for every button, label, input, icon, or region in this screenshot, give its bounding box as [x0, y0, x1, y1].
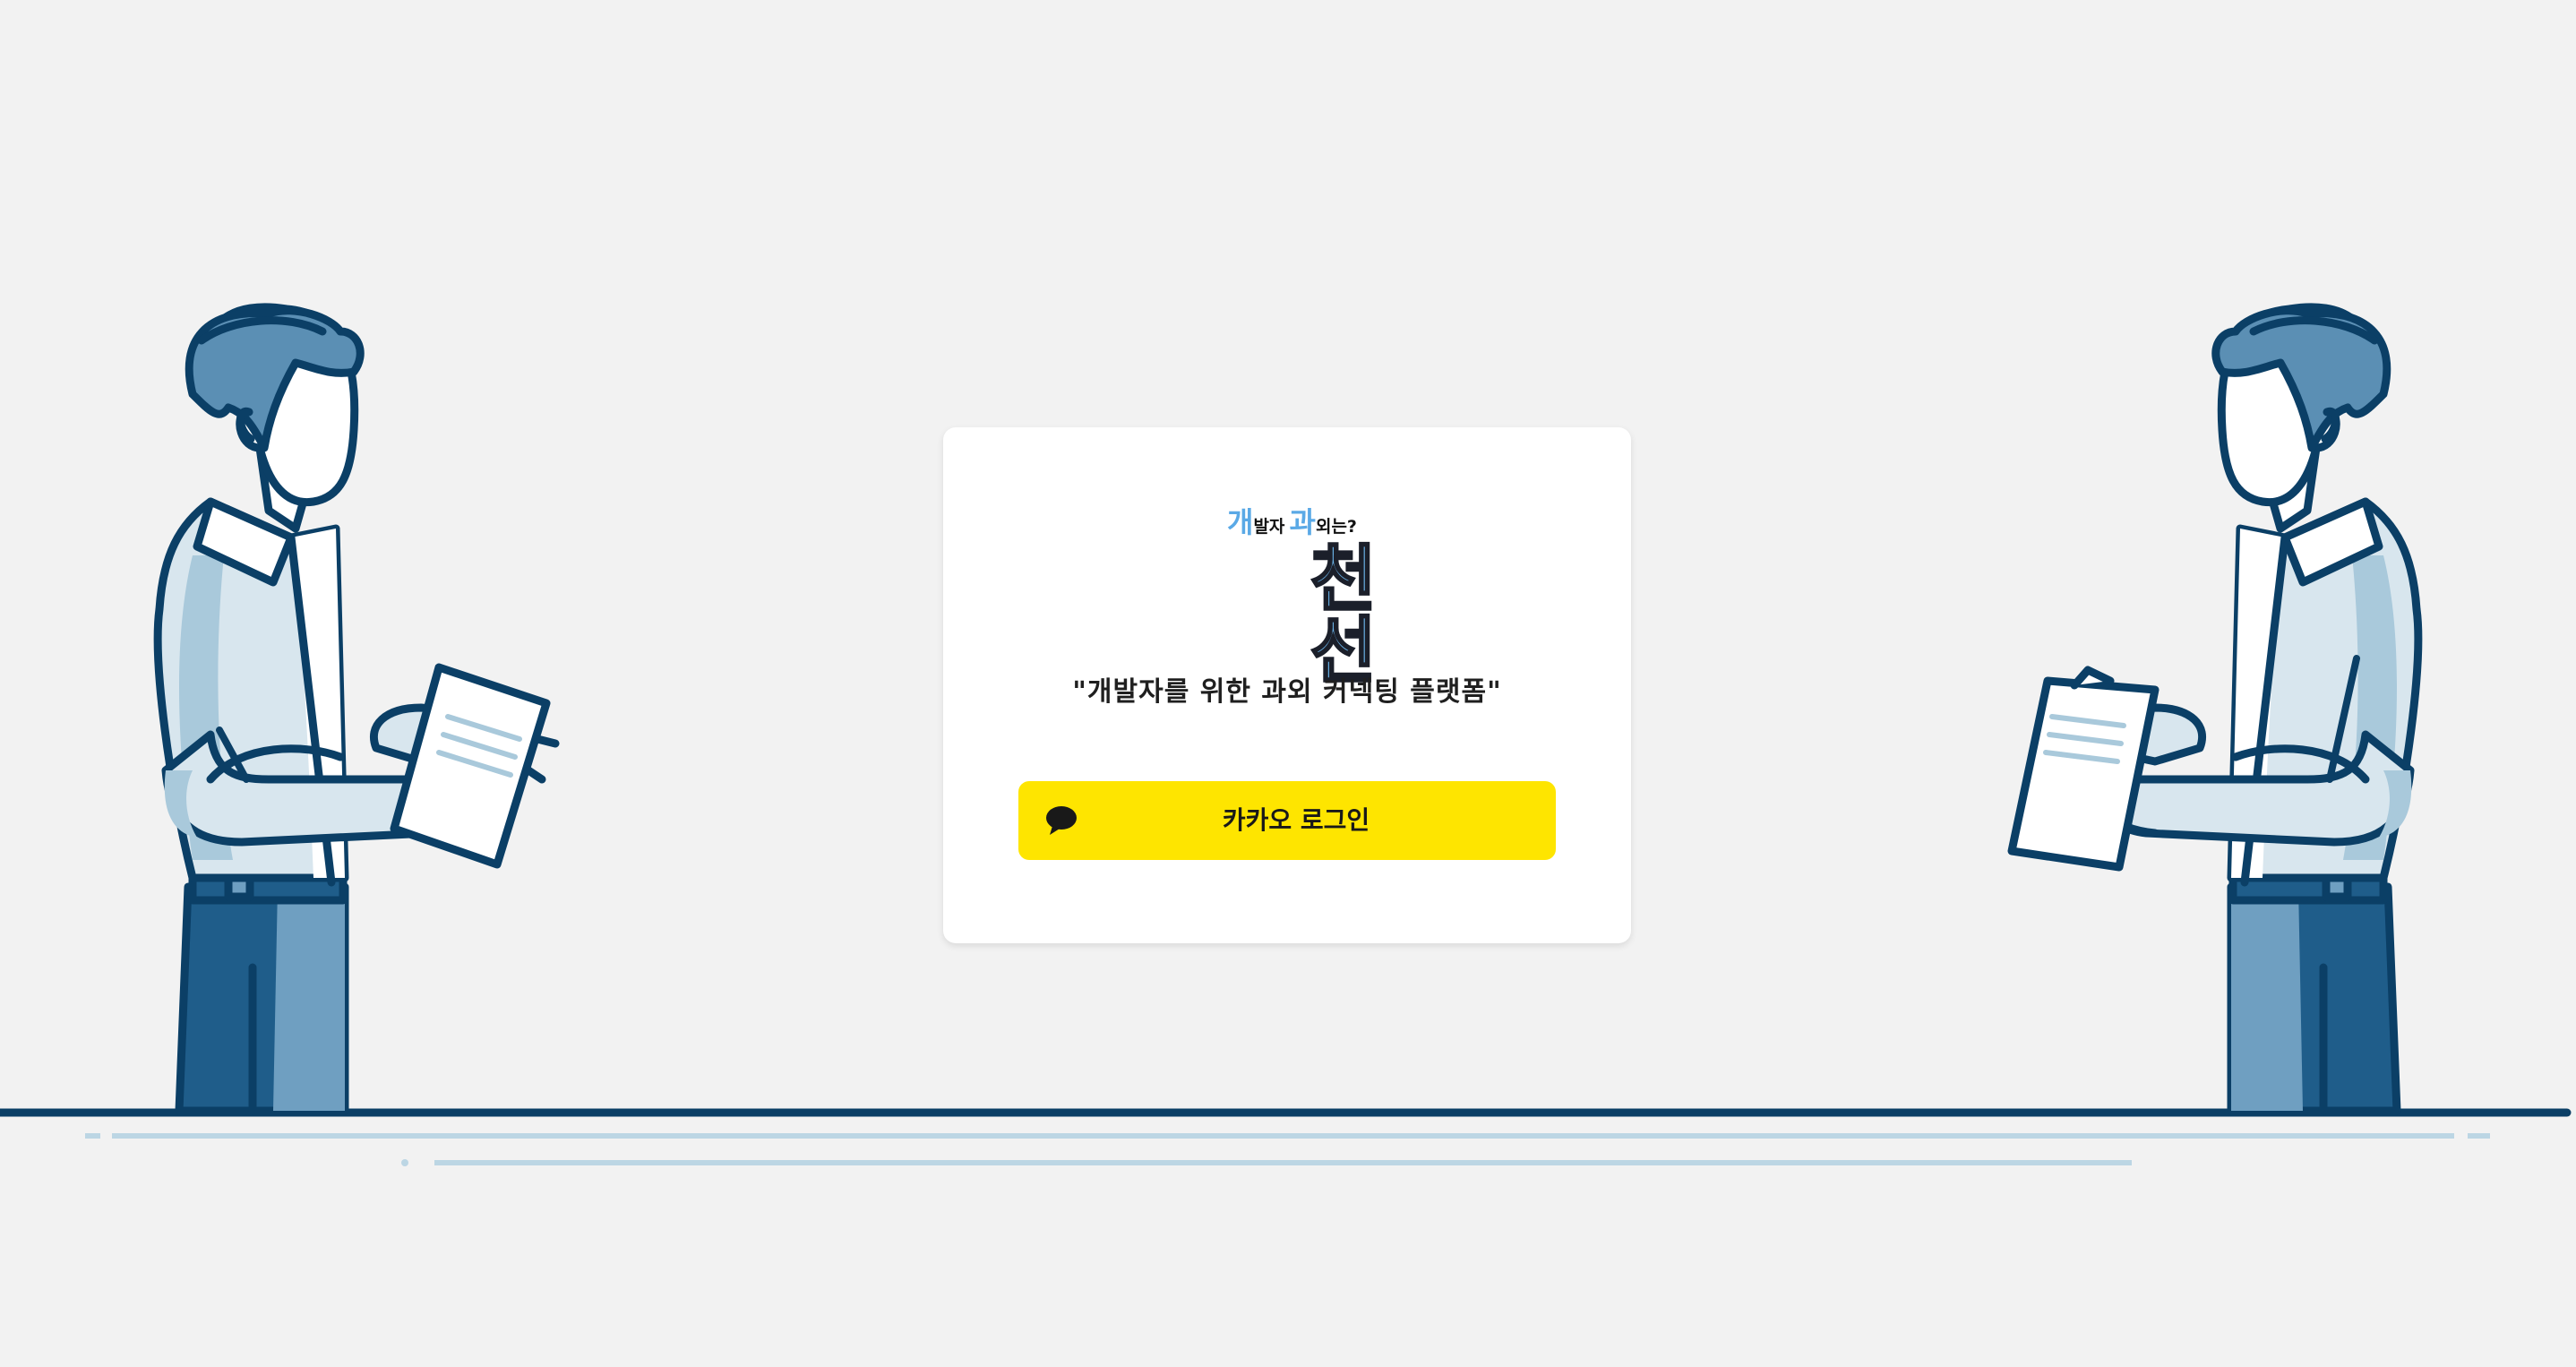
logo-dev-rest: 발자: [1253, 517, 1285, 537]
logo-tutor-rest: 외는?: [1315, 517, 1357, 537]
floor-lines: [0, 1108, 2572, 1166]
right-person-illustration: [2007, 303, 2423, 1115]
logo-subtitle: 개발자 과외는?: [1227, 508, 1357, 537]
kakao-login-button[interactable]: 카카오 로그인: [1018, 781, 1556, 860]
left-person-illustration: [153, 303, 560, 1115]
logo-tutor-char: 과: [1289, 505, 1316, 539]
app-logo: 개발자 과외는? 천선: [1176, 508, 1427, 688]
tagline: "개발자를 위한 과외 커넥팅 플랫폼": [1072, 676, 1502, 708]
login-card: 개발자 과외는? 천선 "개발자를 위한 과외 커넥팅 플랫폼" 카카오 로그인: [943, 427, 1631, 943]
logo-title: 천선: [1309, 537, 1378, 692]
kakao-login-label: 카카오 로그인: [1222, 805, 1370, 835]
logo-dev-char: 개: [1227, 505, 1254, 539]
